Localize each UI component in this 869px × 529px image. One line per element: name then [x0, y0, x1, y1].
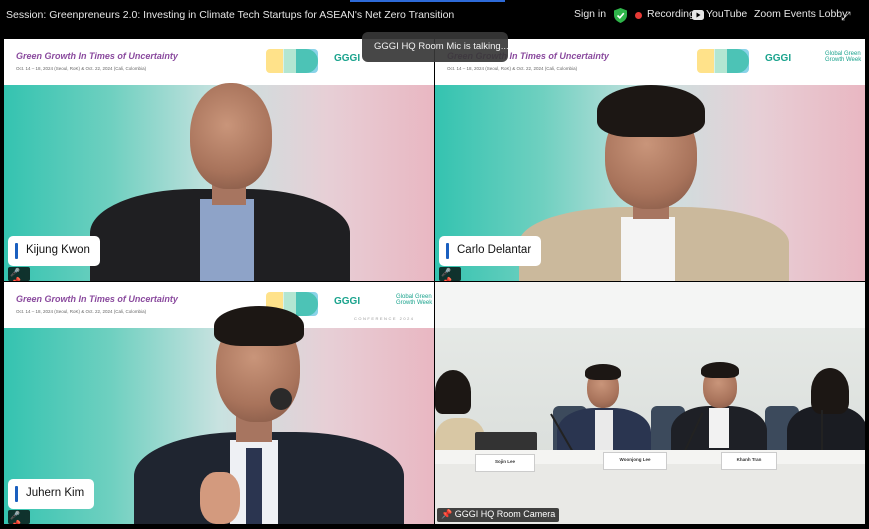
top-bar: Session: Greenpreneurs 2.0: Investing in…: [0, 0, 869, 32]
gggw-logo: Global Green Growth Week: [396, 294, 433, 306]
banner-subtitle: Oct. 14 – 18, 2024 (Seoul, RoK) & Oct. 2…: [16, 309, 147, 314]
sign-in-button[interactable]: Sign in: [574, 8, 606, 20]
banner-subtitle: Oct. 14 – 18, 2024 (Seoul, RoK) & Oct. 2…: [16, 66, 147, 71]
banner-title: Green Growth In Times of Uncertainty: [16, 51, 178, 61]
banner-subtitle: Oct. 14 – 18, 2024 (Seoul, RoK) & Oct. 2…: [447, 66, 578, 71]
youtube-icon: [692, 10, 704, 20]
session-title: Session: Greenpreneurs 2.0: Investing in…: [6, 9, 455, 21]
conference-label: CONFERENCE 2024: [354, 316, 415, 321]
pin-icon[interactable]: 📌: [11, 277, 21, 281]
mic-muted-icon: 🎤📌: [8, 510, 30, 524]
banner-title: Green Growth In Times of Uncertainty: [16, 294, 178, 304]
video-tile-carlo-delantar[interactable]: Green Growth In Times of Uncertainty Oct…: [435, 39, 865, 281]
theme-tags-logo: [697, 49, 749, 73]
gggi-logo: GGGI: [334, 296, 361, 307]
room-ceiling: [435, 282, 865, 328]
participant-name-tag: Juhern Kim: [8, 479, 95, 509]
theme-tags-logo: [266, 49, 318, 73]
name-placard: Sojin Lee: [475, 454, 535, 472]
pin-icon[interactable]: 📌: [11, 520, 21, 524]
mic-muted-icon: 🎤📌: [8, 267, 30, 281]
name-placard: Khanh Tran: [721, 452, 777, 470]
zoom-events-lobby-button[interactable]: Zoom Events Lobby: [754, 8, 847, 20]
gggi-logo: GGGI: [765, 53, 792, 64]
gggi-logo: GGGI: [334, 53, 361, 64]
gggw-logo: Global Green Growth Week: [825, 51, 862, 63]
active-speaker-notice: GGGI HQ Room Mic is talking...: [362, 32, 509, 62]
participant-name-tag: Kijung Kwon: [8, 236, 100, 266]
name-placard: Woonjong Lee: [603, 452, 667, 470]
pin-icon[interactable]: 📌: [441, 509, 452, 519]
recording-dot-icon: [635, 12, 642, 19]
pin-icon[interactable]: 📌: [442, 277, 452, 281]
participant-name-tag: Carlo Delantar: [439, 236, 542, 266]
expand-icon[interactable]: ⤢: [841, 9, 851, 24]
video-tile-gggi-hq-room[interactable]: Sojin Lee Woonjong Lee Khanh Tran 📌 GGGI…: [435, 282, 865, 524]
youtube-stream-button[interactable]: YouTube: [706, 8, 747, 20]
active-tab-accent: [350, 0, 505, 2]
mic-muted-icon: 🎤📌: [439, 267, 461, 281]
camera-name-label: 📌 GGGI HQ Room Camera: [437, 508, 560, 522]
shield-check-icon[interactable]: [614, 8, 627, 23]
video-tile-juhern-kim[interactable]: Green Growth In Times of Uncertainty Oct…: [4, 282, 434, 524]
recording-status[interactable]: Recording: [647, 8, 695, 20]
video-tile-kijung-kwon[interactable]: Green Growth In Times of Uncertainty Oct…: [4, 39, 434, 281]
camera-name: GGGI HQ Room Camera: [454, 509, 556, 519]
